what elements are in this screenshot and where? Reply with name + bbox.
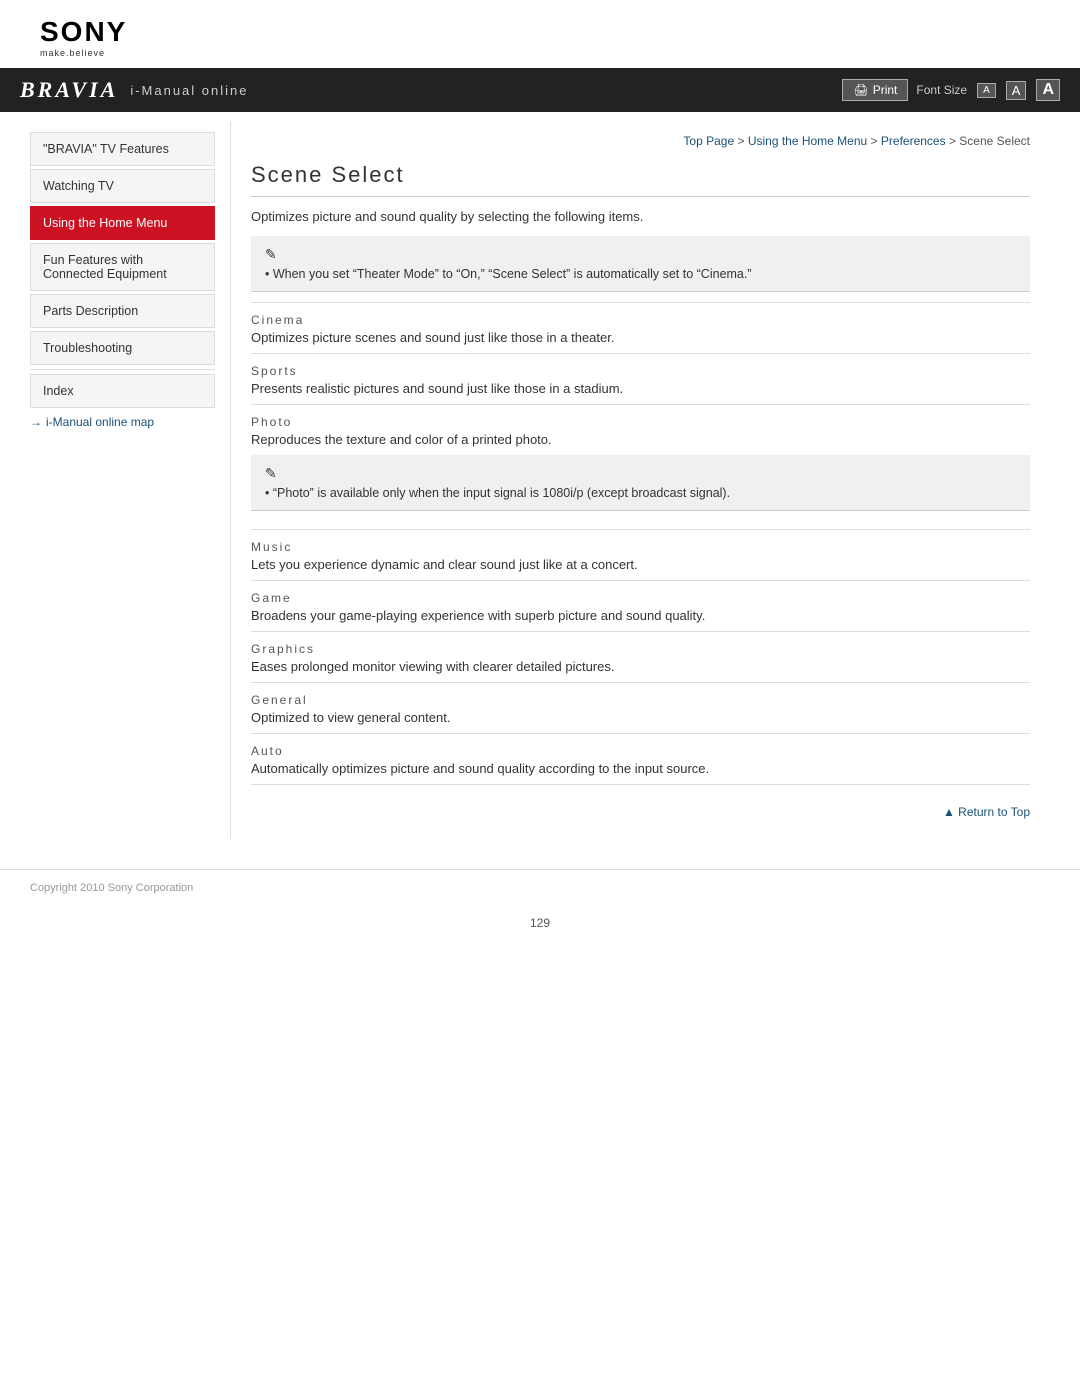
- nav-bar: BRAVIA i-Manual online 🖨 Print Font Size…: [0, 68, 1080, 112]
- scene-desc-3: Lets you experience dynamic and clear so…: [251, 557, 1030, 572]
- breadcrumb-sep3: >: [949, 134, 959, 148]
- print-button[interactable]: 🖨 Print: [842, 79, 908, 101]
- page-description: Optimizes picture and sound quality by s…: [251, 209, 1030, 224]
- breadcrumb-current: Scene Select: [959, 134, 1030, 148]
- logo-bar: SONY make.believe: [0, 0, 1080, 68]
- breadcrumb-sep2: >: [871, 134, 881, 148]
- note-icon-1: ✎: [265, 246, 1016, 263]
- return-to-top[interactable]: ▲ Return to Top: [251, 805, 1030, 819]
- scene-label-0: Cinema: [251, 313, 1030, 327]
- scene-item-2: Photo Reproduces the texture and color of…: [251, 404, 1030, 529]
- font-medium-button[interactable]: A: [1006, 81, 1027, 100]
- footer: Copyright 2010 Sony Corporation: [0, 869, 1080, 906]
- imanual-map-link[interactable]: → i-Manual online map: [30, 411, 215, 433]
- scene-desc-2: Reproduces the texture and color of a pr…: [251, 432, 1030, 447]
- breadcrumb-preferences[interactable]: Preferences: [881, 134, 946, 148]
- sidebar-divider: [30, 369, 215, 370]
- font-large-button[interactable]: A: [1036, 79, 1060, 101]
- scene-desc-5: Eases prolonged monitor viewing with cle…: [251, 659, 1030, 674]
- breadcrumb-sep1: >: [737, 134, 747, 148]
- sidebar-item-2[interactable]: Using the Home Menu: [30, 206, 215, 240]
- sidebar-item-3[interactable]: Fun Features with Connected Equipment: [30, 243, 215, 291]
- scene-label-5: Graphics: [251, 642, 1030, 656]
- sony-logo: SONY: [40, 18, 1040, 46]
- font-size-label: Font Size: [916, 83, 967, 97]
- print-icon: 🖨: [853, 83, 868, 97]
- scene-item-1: Sports Presents realistic pictures and so…: [251, 353, 1030, 404]
- page-title: Scene Select: [251, 162, 1030, 197]
- scene-desc-1: Presents realistic pictures and sound ju…: [251, 381, 1030, 396]
- scene-desc-7: Automatically optimizes picture and soun…: [251, 761, 1030, 776]
- copyright: Copyright 2010 Sony Corporation: [30, 882, 193, 894]
- scene-label-6: General: [251, 693, 1030, 707]
- note-text-scene-2: • “Photo” is available only when the inp…: [265, 486, 1016, 500]
- scene-item-6: General Optimized to view general content…: [251, 682, 1030, 733]
- arrow-right-icon: →: [30, 415, 42, 429]
- scene-label-1: Sports: [251, 364, 1030, 378]
- scene-list: Cinema Optimizes picture scenes and sound…: [251, 302, 1030, 785]
- sidebar: "BRAVIA" TV FeaturesWatching TVUsing the…: [30, 112, 230, 839]
- scene-desc-0: Optimizes picture scenes and sound just …: [251, 330, 1030, 345]
- nav-right: 🖨 Print Font Size A A A: [842, 79, 1060, 101]
- scene-label-2: Photo: [251, 415, 1030, 429]
- breadcrumb: Top Page > Using the Home Menu > Prefere…: [251, 134, 1030, 148]
- scene-label-7: Auto: [251, 744, 1030, 758]
- sidebar-item-4[interactable]: Parts Description: [30, 294, 215, 328]
- page-number: 129: [0, 916, 1080, 930]
- scene-label-3: Music: [251, 540, 1030, 554]
- return-top-link[interactable]: ▲ Return to Top: [943, 805, 1030, 819]
- sidebar-item-1[interactable]: Watching TV: [30, 169, 215, 203]
- main-container: "BRAVIA" TV FeaturesWatching TVUsing the…: [0, 112, 1080, 839]
- content-area: Top Page > Using the Home Menu > Prefere…: [230, 122, 1050, 839]
- bravia-logo: BRAVIA: [20, 77, 118, 103]
- scene-item-3: Music Lets you experience dynamic and cle…: [251, 529, 1030, 580]
- sidebar-item-index[interactable]: Index: [30, 374, 215, 408]
- sidebar-nav: "BRAVIA" TV FeaturesWatching TVUsing the…: [30, 132, 215, 365]
- sidebar-item-5[interactable]: Troubleshooting: [30, 331, 215, 365]
- scene-desc-4: Broadens your game-playing experience wi…: [251, 608, 1030, 623]
- note-text-1: • When you set “Theater Mode” to “On,” “…: [265, 267, 1016, 281]
- scene-item-0: Cinema Optimizes picture scenes and sound…: [251, 302, 1030, 353]
- scene-item-4: Game Broadens your game-playing experienc…: [251, 580, 1030, 631]
- scene-item-7: Auto Automatically optimizes picture and …: [251, 733, 1030, 785]
- sidebar-item-0[interactable]: "BRAVIA" TV Features: [30, 132, 215, 166]
- nav-left: BRAVIA i-Manual online: [20, 77, 248, 103]
- font-small-button[interactable]: A: [977, 83, 996, 98]
- scene-desc-6: Optimized to view general content.: [251, 710, 1030, 725]
- note-icon-scene-2: ✎: [265, 465, 1016, 482]
- note-box-1: ✎ • When you set “Theater Mode” to “On,”…: [251, 236, 1030, 292]
- breadcrumb-top[interactable]: Top Page: [683, 134, 734, 148]
- imanual-map-label: i-Manual online map: [46, 415, 154, 429]
- scene-note-2: ✎ • “Photo” is available only when the in…: [251, 455, 1030, 511]
- breadcrumb-home-menu[interactable]: Using the Home Menu: [748, 134, 867, 148]
- print-label: Print: [873, 83, 898, 97]
- scene-item-5: Graphics Eases prolonged monitor viewing …: [251, 631, 1030, 682]
- scene-label-4: Game: [251, 591, 1030, 605]
- sony-tagline: make.believe: [40, 48, 1040, 58]
- nav-title: i-Manual online: [130, 83, 248, 98]
